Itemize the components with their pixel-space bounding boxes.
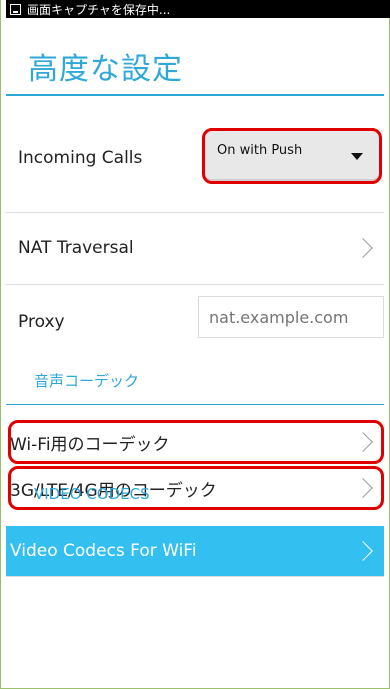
title-divider: [6, 94, 384, 96]
status-bar: 画面キャプチャを保存中...: [6, 0, 390, 18]
app-frame: [0, 0, 390, 689]
incoming-calls-dropdown[interactable]: On with Push: [202, 128, 382, 184]
divider: [6, 284, 384, 285]
nat-traversal-row[interactable]: NAT Traversal: [6, 226, 384, 270]
audio-codecs-header: 音声コーデック: [34, 372, 140, 390]
caret-down-icon: [351, 153, 363, 160]
proxy-input[interactable]: [198, 296, 384, 338]
incoming-calls-label: Incoming Calls: [18, 148, 143, 168]
chevron-right-icon: [353, 238, 373, 258]
proxy-label: Proxy: [18, 312, 65, 332]
video-codecs-header: VIDEO CODECS: [34, 485, 150, 503]
divider: [6, 576, 384, 577]
section-divider: [6, 404, 384, 405]
wifi-codecs-highlight: [8, 420, 384, 464]
screenshot-icon: [10, 3, 21, 15]
divider: [6, 212, 384, 213]
chevron-right-icon: [353, 541, 373, 561]
nat-traversal-label: NAT Traversal: [18, 238, 134, 258]
video-codecs-wifi-row[interactable]: Video Codecs For WiFi: [6, 526, 384, 576]
video-codecs-wifi-label: Video Codecs For WiFi: [10, 541, 197, 561]
page-title: 高度な設定: [28, 52, 183, 87]
incoming-calls-value: On with Push: [217, 143, 303, 158]
status-text: 画面キャプチャを保存中...: [27, 2, 171, 17]
